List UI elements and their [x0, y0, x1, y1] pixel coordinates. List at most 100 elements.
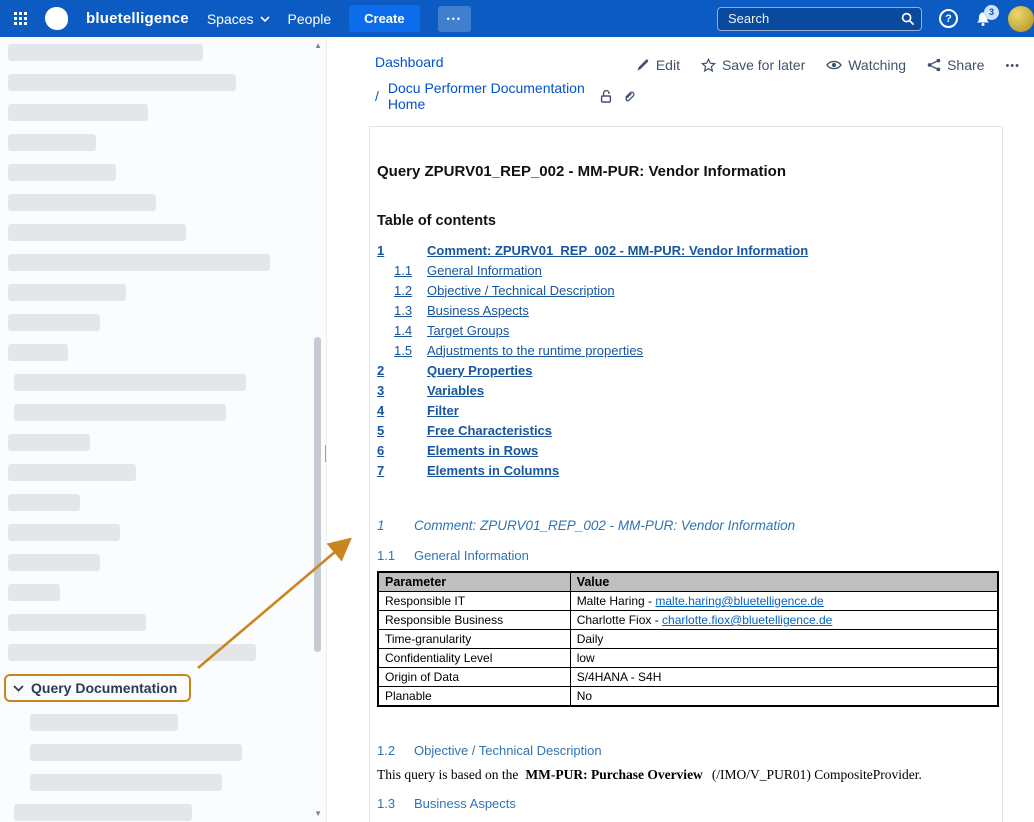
toc-number[interactable]: 5: [377, 423, 384, 438]
nav-spaces[interactable]: Spaces: [207, 11, 270, 27]
toc-label[interactable]: Comment: ZPURV01_REP_002 - MM-PUR: Vendo…: [427, 243, 808, 258]
table-row: Responsible Business Charlotte Fiox - ch…: [378, 611, 998, 630]
share-button[interactable]: Share: [927, 57, 984, 73]
sidebar-skeleton-item: [8, 434, 90, 451]
table-row: Planable No: [378, 687, 998, 707]
user-avatar[interactable]: [1008, 6, 1034, 32]
sidebar-skeleton-item: [8, 614, 146, 631]
sidebar-item-label: Query Documentation: [31, 680, 177, 696]
toc-label[interactable]: Elements in Columns: [427, 463, 559, 478]
sidebar-item-query-documentation[interactable]: Query Documentation: [4, 674, 191, 702]
sidebar-skeleton-item: [8, 134, 96, 151]
toc-number[interactable]: 1: [377, 243, 384, 258]
sidebar-skeleton-item: [14, 804, 192, 821]
attachment-paperclip-icon[interactable]: [622, 89, 636, 104]
toc-number[interactable]: 1.3: [394, 303, 412, 318]
toc-number[interactable]: 2: [377, 363, 384, 378]
toc-entry[interactable]: 1 Comment: ZPURV01_REP_002 - MM-PUR: Ven…: [377, 240, 999, 260]
toc-entry[interactable]: 4 Filter: [377, 400, 999, 420]
watching-button[interactable]: Watching: [826, 57, 906, 73]
scroll-down-icon[interactable]: ▼: [314, 810, 322, 818]
sidebar-skeleton-item: [8, 194, 156, 211]
toc-label[interactable]: Elements in Rows: [427, 443, 538, 458]
sidebar-skeleton-item: [8, 164, 116, 181]
email-link[interactable]: malte.haring@bluetelligence.de: [655, 594, 823, 608]
table-header-row: Parameter Value: [378, 572, 998, 592]
search-input[interactable]: [717, 7, 922, 31]
toc-entry[interactable]: 1.1 General Information: [377, 260, 999, 280]
page-actions: Edit Save for later: [636, 54, 1020, 112]
topbar-more-button[interactable]: •••: [438, 6, 471, 32]
toc-entry[interactable]: 1.3 Business Aspects: [377, 300, 999, 320]
search-box: [717, 7, 922, 31]
create-button[interactable]: Create: [349, 5, 419, 32]
description-paragraph: This query is based on theMM-PUR: Purcha…: [377, 767, 999, 783]
toc-number[interactable]: 7: [377, 463, 384, 478]
scroll-up-icon[interactable]: ▲: [314, 42, 322, 50]
search-icon[interactable]: [901, 12, 915, 26]
toc-entry[interactable]: 2 Query Properties: [377, 360, 999, 380]
document-title: Query ZPURV01_REP_002 - MM-PUR: Vendor I…: [377, 163, 999, 180]
sidebar-skeleton-item: [8, 44, 203, 61]
notifications-count-badge: 3: [984, 5, 999, 20]
column-header-parameter: Parameter: [378, 572, 570, 592]
toc-label[interactable]: Free Characteristics: [427, 423, 552, 438]
unlock-icon[interactable]: [599, 89, 613, 104]
toc-entry[interactable]: 5 Free Characteristics: [377, 420, 999, 440]
toc-number[interactable]: 4: [377, 403, 384, 418]
sidebar-skeleton-item: [14, 374, 246, 391]
toc-number[interactable]: 1.1: [394, 263, 412, 278]
toc-entry[interactable]: 6 Elements in Rows: [377, 440, 999, 460]
chevron-down-icon: [13, 685, 24, 692]
sidebar-skeleton-item: [8, 74, 236, 91]
table-row: Origin of Data S/4HANA - S4H: [378, 668, 998, 687]
app-grid-icon[interactable]: [14, 12, 27, 25]
nav-people[interactable]: People: [288, 11, 332, 27]
sidebar-skeleton-item: [8, 644, 256, 661]
top-navigation-bar: bluetelligence Spaces People Create ••• …: [0, 0, 1034, 37]
table-of-contents: 1 Comment: ZPURV01_REP_002 - MM-PUR: Ven…: [377, 240, 999, 480]
toc-number[interactable]: 1.5: [394, 343, 412, 358]
toc-label[interactable]: Filter: [427, 403, 459, 418]
bluetelligence-logo-icon[interactable]: [45, 7, 68, 30]
sidebar-skeleton-item: [8, 494, 80, 511]
table-row: Confidentiality Level low: [378, 649, 998, 668]
share-label: Share: [947, 57, 984, 73]
sidebar-skeleton-item: [8, 284, 126, 301]
toc-number[interactable]: 3: [377, 383, 384, 398]
brand-title[interactable]: bluetelligence: [86, 10, 189, 27]
toc-entry[interactable]: 1.5 Adjustments to the runtime propertie…: [377, 340, 999, 360]
toc-label[interactable]: Business Aspects: [427, 303, 529, 318]
toc-number[interactable]: 1.4: [394, 323, 412, 338]
toc-entry[interactable]: 1.4 Target Groups: [377, 320, 999, 340]
table-row: Responsible IT Malte Haring - malte.hari…: [378, 592, 998, 611]
section-heading-1-3: 1.3 Business Aspects: [377, 796, 999, 811]
save-for-later-button[interactable]: Save for later: [701, 57, 805, 73]
toc-heading: Table of contents: [377, 213, 999, 229]
email-link[interactable]: charlotte.fiox@bluetelligence.de: [662, 613, 832, 627]
sidebar-skeleton-item: [8, 344, 68, 361]
breadcrumb-dashboard-link[interactable]: Dashboard: [375, 54, 444, 70]
toc-label[interactable]: Query Properties: [427, 363, 533, 378]
page-more-button[interactable]: •••: [1005, 57, 1020, 72]
toc-label[interactable]: Adjustments to the runtime properties: [427, 343, 643, 358]
help-icon[interactable]: ?: [939, 9, 958, 28]
edit-button[interactable]: Edit: [636, 57, 680, 73]
toc-label[interactable]: Target Groups: [427, 323, 509, 338]
toc-entry[interactable]: 7 Elements in Columns: [377, 460, 999, 480]
sidebar-scrollbar[interactable]: [314, 337, 321, 652]
sidebar-skeleton-item: [30, 774, 222, 791]
notifications-bell-icon[interactable]: 3: [975, 11, 991, 27]
table-row: Time-granularity Daily: [378, 630, 998, 649]
toc-label[interactable]: General Information: [427, 263, 542, 278]
toc-entry[interactable]: 1.2 Objective / Technical Description: [377, 280, 999, 300]
sidebar-skeleton-item: [8, 554, 100, 571]
toc-number[interactable]: 6: [377, 443, 384, 458]
nav-people-label: People: [288, 11, 332, 27]
toc-label[interactable]: Variables: [427, 383, 484, 398]
toc-entry[interactable]: 3 Variables: [377, 380, 999, 400]
toc-label[interactable]: Objective / Technical Description: [427, 283, 615, 298]
breadcrumb-current-link[interactable]: Docu Performer Documentation Home: [388, 80, 590, 112]
toc-number[interactable]: 1.2: [394, 283, 412, 298]
document-preview: Query ZPURV01_REP_002 - MM-PUR: Vendor I…: [369, 126, 1003, 822]
